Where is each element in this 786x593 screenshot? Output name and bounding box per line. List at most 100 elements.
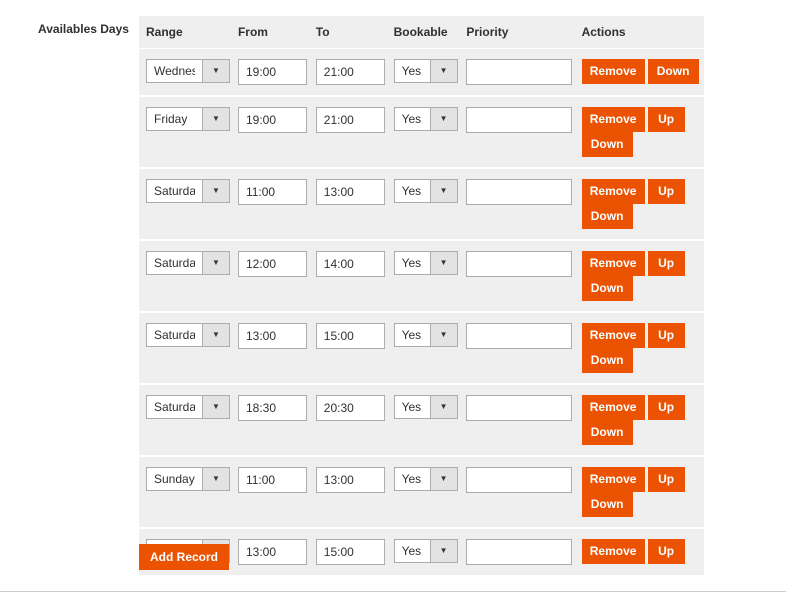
range-select-value: Saturday: [154, 184, 195, 198]
range-select[interactable]: Saturday ▼: [146, 251, 230, 275]
to-time-input[interactable]: [315, 395, 385, 421]
bookable-select-value: Yes: [401, 184, 422, 198]
to-time-input[interactable]: [315, 467, 385, 493]
bottom-divider: [0, 591, 786, 592]
bookable-select[interactable]: Yes ▼: [393, 539, 458, 563]
to-time-input[interactable]: [315, 539, 385, 565]
chevron-down-icon[interactable]: ▼: [429, 468, 457, 490]
row-actions: Remove Up Down: [574, 311, 704, 383]
from-time-input[interactable]: [237, 395, 307, 421]
chevron-down-icon[interactable]: ▼: [429, 180, 457, 202]
chevron-down-icon[interactable]: ▼: [202, 252, 229, 274]
down-button[interactable]: Down: [581, 492, 633, 517]
column-header-actions: Actions: [574, 16, 704, 48]
remove-button[interactable]: Remove: [581, 251, 645, 276]
from-time-input[interactable]: [237, 59, 307, 85]
from-time-input[interactable]: [237, 251, 307, 277]
from-time-input[interactable]: [237, 107, 307, 133]
to-time-input[interactable]: [315, 107, 385, 133]
row-actions: Remove Up Down: [574, 455, 704, 527]
up-button[interactable]: Up: [647, 179, 685, 204]
row-actions: Remove Up Down: [574, 167, 704, 239]
chevron-down-icon[interactable]: ▼: [202, 468, 229, 490]
priority-input[interactable]: [466, 539, 573, 565]
range-select-value: Saturday: [154, 400, 195, 414]
table-row: Saturday ▼ Yes ▼ RemoveUp Down: [139, 167, 704, 239]
from-time-input[interactable]: [237, 323, 307, 349]
table-row: Wednesday ▼ Yes ▼ RemoveDown: [139, 48, 704, 95]
down-button[interactable]: Down: [581, 204, 633, 229]
to-time-input[interactable]: [315, 59, 385, 85]
bookable-select[interactable]: Yes ▼: [393, 323, 458, 347]
table-row: Sunday ▼ Yes ▼ RemoveUp Down: [139, 455, 704, 527]
up-button[interactable]: Up: [647, 323, 685, 348]
priority-input[interactable]: [466, 59, 573, 85]
bookable-select-value: Yes: [401, 472, 422, 486]
remove-button[interactable]: Remove: [581, 179, 645, 204]
table-row: Friday ▼ Yes ▼ RemoveUp Down: [139, 95, 704, 167]
priority-input[interactable]: [466, 179, 573, 205]
bookable-select[interactable]: Yes ▼: [393, 179, 458, 203]
remove-button[interactable]: Remove: [581, 59, 645, 84]
remove-button[interactable]: Remove: [581, 467, 645, 492]
chevron-down-icon[interactable]: ▼: [202, 180, 229, 202]
down-button[interactable]: Down: [581, 132, 633, 157]
column-header-bookable: Bookable: [386, 16, 460, 48]
bookable-select[interactable]: Yes ▼: [393, 107, 458, 131]
chevron-down-icon[interactable]: ▼: [429, 252, 457, 274]
from-time-input[interactable]: [237, 179, 307, 205]
down-button[interactable]: Down: [647, 59, 699, 84]
chevron-down-icon[interactable]: ▼: [429, 396, 457, 418]
bookable-select[interactable]: Yes ▼: [393, 467, 458, 491]
range-select[interactable]: Saturday ▼: [146, 179, 230, 203]
chevron-down-icon[interactable]: ▼: [202, 396, 229, 418]
to-time-input[interactable]: [315, 251, 385, 277]
chevron-down-icon[interactable]: ▼: [429, 60, 457, 82]
chevron-down-icon[interactable]: ▼: [202, 324, 229, 346]
range-select-value: Wednesday: [154, 64, 195, 78]
priority-input[interactable]: [466, 395, 573, 421]
range-select[interactable]: Friday ▼: [146, 107, 230, 131]
bookable-select-value: Yes: [401, 112, 422, 126]
chevron-down-icon[interactable]: ▼: [429, 108, 457, 130]
remove-button[interactable]: Remove: [581, 323, 645, 348]
down-button[interactable]: Down: [581, 348, 633, 373]
to-time-input[interactable]: [315, 323, 385, 349]
chevron-down-icon[interactable]: ▼: [429, 324, 457, 346]
up-button[interactable]: Up: [647, 539, 685, 564]
bookable-select-value: Yes: [401, 400, 422, 414]
range-select[interactable]: Saturday ▼: [146, 395, 230, 419]
priority-input[interactable]: [466, 323, 573, 349]
up-button[interactable]: Up: [647, 251, 685, 276]
from-time-input[interactable]: [237, 539, 307, 565]
table-row: Saturday ▼ Yes ▼ RemoveUp Down: [139, 383, 704, 455]
range-select[interactable]: Saturday ▼: [146, 323, 230, 347]
available-days-grid: Range From To Bookable Priority Actions …: [139, 16, 704, 575]
range-select-value: Sunday: [154, 472, 195, 486]
add-record-button[interactable]: Add Record: [139, 544, 230, 570]
bookable-select[interactable]: Yes ▼: [393, 59, 458, 83]
column-header-priority: Priority: [459, 16, 575, 48]
chevron-down-icon[interactable]: ▼: [202, 60, 229, 82]
range-select[interactable]: Wednesday ▼: [146, 59, 230, 83]
up-button[interactable]: Up: [647, 395, 685, 420]
table-row: Saturday ▼ Yes ▼ RemoveUp Down: [139, 239, 704, 311]
priority-input[interactable]: [466, 251, 573, 277]
to-time-input[interactable]: [315, 179, 385, 205]
from-time-input[interactable]: [237, 467, 307, 493]
priority-input[interactable]: [466, 107, 573, 133]
priority-input[interactable]: [466, 467, 573, 493]
remove-button[interactable]: Remove: [581, 395, 645, 420]
bookable-select[interactable]: Yes ▼: [393, 395, 458, 419]
table-row: Saturday ▼ Yes ▼ RemoveUp Down: [139, 311, 704, 383]
remove-button[interactable]: Remove: [581, 107, 645, 132]
down-button[interactable]: Down: [581, 420, 633, 445]
range-select[interactable]: Sunday ▼: [146, 467, 230, 491]
chevron-down-icon[interactable]: ▼: [429, 540, 457, 562]
remove-button[interactable]: Remove: [581, 539, 645, 564]
down-button[interactable]: Down: [581, 276, 633, 301]
up-button[interactable]: Up: [647, 467, 685, 492]
bookable-select[interactable]: Yes ▼: [393, 251, 458, 275]
chevron-down-icon[interactable]: ▼: [202, 108, 229, 130]
up-button[interactable]: Up: [647, 107, 685, 132]
